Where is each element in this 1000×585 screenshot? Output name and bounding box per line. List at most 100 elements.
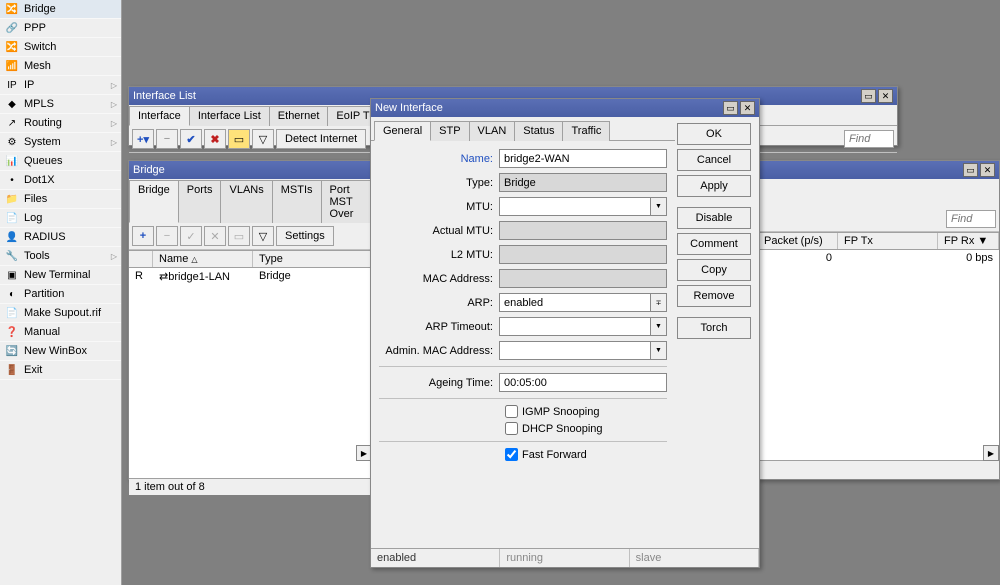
minimize-button[interactable]: ▭ xyxy=(723,101,738,115)
sidebar-icon: 🚪 xyxy=(4,362,20,378)
minimize-button[interactable]: ▭ xyxy=(963,163,978,177)
sidebar-item-switch[interactable]: 🔀Switch xyxy=(0,38,121,57)
ageing-input[interactable] xyxy=(499,373,667,392)
tab-ethernet[interactable]: Ethernet xyxy=(269,106,329,126)
enable-button[interactable]: ✓ xyxy=(180,226,202,246)
tab-mstis[interactable]: MSTIs xyxy=(272,180,322,223)
sidebar-item-log[interactable]: 📄Log xyxy=(0,209,121,228)
dhcp-checkbox[interactable] xyxy=(505,422,518,435)
mtu-dropdown[interactable]: ▼ xyxy=(651,197,667,216)
sidebar-item-bridge[interactable]: 🔀Bridge xyxy=(0,0,121,19)
sidebar-item-new-terminal[interactable]: ▣ New Terminal xyxy=(0,266,121,285)
tab-traffic[interactable]: Traffic xyxy=(562,121,610,141)
mtu-input[interactable] xyxy=(499,197,651,216)
table-row[interactable]: 0 0 bps xyxy=(758,250,999,266)
col-fprx[interactable]: FP Rx ▼ xyxy=(938,233,999,249)
sidebar-item-mesh[interactable]: 📶Mesh xyxy=(0,57,121,76)
remove-button[interactable]: Remove xyxy=(677,285,751,307)
ok-button[interactable]: OK xyxy=(677,123,751,145)
sidebar-item-partition[interactable]: ◐Partition xyxy=(0,285,121,304)
sidebar-item-routing[interactable]: ↗Routing▷ xyxy=(0,114,121,133)
sidebar-item-queues[interactable]: 📊Queues xyxy=(0,152,121,171)
igmp-checkbox-row[interactable]: IGMP Snooping xyxy=(505,405,667,418)
sidebar-item-ip[interactable]: IPIP▷ xyxy=(0,76,121,95)
sidebar-item-files[interactable]: 📁Files xyxy=(0,190,121,209)
torch-button[interactable]: Torch xyxy=(677,317,751,339)
enable-button[interactable]: ✔ xyxy=(180,129,202,149)
admin-mac-input[interactable] xyxy=(499,341,651,360)
add-button[interactable]: +▾ xyxy=(132,129,154,149)
sidebar-item-manual[interactable]: ❓Manual xyxy=(0,323,121,342)
sidebar-item-system[interactable]: ⚙System▷ xyxy=(0,133,121,152)
tab-ports[interactable]: Ports xyxy=(178,180,222,223)
comment-button[interactable]: ▭ xyxy=(228,129,250,149)
tab-port-mst[interactable]: Port MST Over xyxy=(321,180,373,223)
find-input[interactable] xyxy=(844,130,894,148)
sidebar-item-tools[interactable]: 🔧Tools▷ xyxy=(0,247,121,266)
sidebar-item-label: Files xyxy=(24,193,47,205)
table-row[interactable]: R ⇄bridge1-LAN Bridge xyxy=(129,268,372,285)
close-button[interactable]: ✕ xyxy=(980,163,995,177)
detect-internet-button[interactable]: Detect Internet xyxy=(276,129,366,149)
comment-button[interactable]: ▭ xyxy=(228,226,250,246)
minimize-button[interactable]: ▭ xyxy=(861,89,876,103)
admin-mac-dropdown[interactable]: ▼ xyxy=(651,341,667,360)
add-button[interactable]: + xyxy=(132,226,154,246)
disable-button[interactable]: Disable xyxy=(677,207,751,229)
filter-button[interactable]: ▽ xyxy=(252,226,274,246)
sidebar-item-make-supout-rif[interactable]: 📄Make Supout.rif xyxy=(0,304,121,323)
close-button[interactable]: ✕ xyxy=(878,89,893,103)
arp-timeout-input[interactable] xyxy=(499,317,651,336)
disable-button[interactable]: ✖ xyxy=(204,129,226,149)
tab-vlan[interactable]: VLAN xyxy=(469,121,516,141)
scroll-right-button[interactable]: ▶ xyxy=(983,445,999,461)
sidebar-icon: ▣ xyxy=(4,267,20,283)
ff-checkbox-row[interactable]: Fast Forward xyxy=(505,448,667,461)
name-input[interactable] xyxy=(499,149,667,168)
tab-bridge[interactable]: Bridge xyxy=(129,180,179,223)
sidebar-item-label: Manual xyxy=(24,326,60,338)
apply-button[interactable]: Apply xyxy=(677,175,751,197)
filter-button[interactable]: ▽ xyxy=(252,129,274,149)
settings-button[interactable]: Settings xyxy=(276,226,334,246)
ff-checkbox[interactable] xyxy=(505,448,518,461)
sidebar-item-radius[interactable]: 👤RADIUS xyxy=(0,228,121,247)
col-packet[interactable]: Packet (p/s) xyxy=(758,233,838,249)
arp-select[interactable] xyxy=(499,293,651,312)
tab-interface-list[interactable]: Interface List xyxy=(189,106,270,126)
arp-timeout-dropdown[interactable]: ▼ xyxy=(651,317,667,336)
dialog-new-interface: New Interface ▭ ✕ General STP VLAN Statu… xyxy=(370,98,760,568)
col-name[interactable]: Name △ xyxy=(153,251,253,267)
bridge-toolbar: + − ✓ ✕ ▭ ▽ Settings xyxy=(129,223,372,250)
remove-button[interactable]: − xyxy=(156,226,178,246)
sidebar-item-label: New Terminal xyxy=(24,269,90,281)
title-text: Bridge xyxy=(133,164,368,176)
col-fptx[interactable]: FP Tx xyxy=(838,233,938,249)
disable-button[interactable]: ✕ xyxy=(204,226,226,246)
tab-interface[interactable]: Interface xyxy=(129,106,190,126)
tab-general[interactable]: General xyxy=(374,121,431,141)
dhcp-checkbox-row[interactable]: DHCP Snooping xyxy=(505,422,667,435)
col-type[interactable]: Type xyxy=(253,251,372,267)
cancel-button[interactable]: Cancel xyxy=(677,149,751,171)
igmp-checkbox[interactable] xyxy=(505,405,518,418)
sidebar-item-new-winbox[interactable]: 🔄New WinBox xyxy=(0,342,121,361)
find-input[interactable] xyxy=(946,210,996,228)
sidebar-item-ppp[interactable]: 🔗PPP xyxy=(0,19,121,38)
col-flag[interactable] xyxy=(129,251,153,267)
copy-button[interactable]: Copy xyxy=(677,259,751,281)
label-mac: MAC Address: xyxy=(379,273,499,285)
close-button[interactable]: ✕ xyxy=(740,101,755,115)
tab-vlans[interactable]: VLANs xyxy=(220,180,272,223)
sidebar-item-label: Mesh xyxy=(24,60,51,72)
sidebar-item-exit[interactable]: 🚪Exit xyxy=(0,361,121,380)
window-right-panel: ▭ ✕ Packet (p/s) FP Tx FP Rx ▼ 0 0 bps ▶ xyxy=(757,160,1000,480)
sidebar-item-dot1x[interactable]: •Dot1X xyxy=(0,171,121,190)
tab-stp[interactable]: STP xyxy=(430,121,469,141)
tab-status[interactable]: Status xyxy=(514,121,563,141)
cell-type: Bridge xyxy=(253,269,297,284)
comment-button[interactable]: Comment xyxy=(677,233,751,255)
arp-dropdown[interactable]: ∓ xyxy=(651,293,667,312)
sidebar-item-mpls[interactable]: ◆MPLS▷ xyxy=(0,95,121,114)
remove-button[interactable]: − xyxy=(156,129,178,149)
